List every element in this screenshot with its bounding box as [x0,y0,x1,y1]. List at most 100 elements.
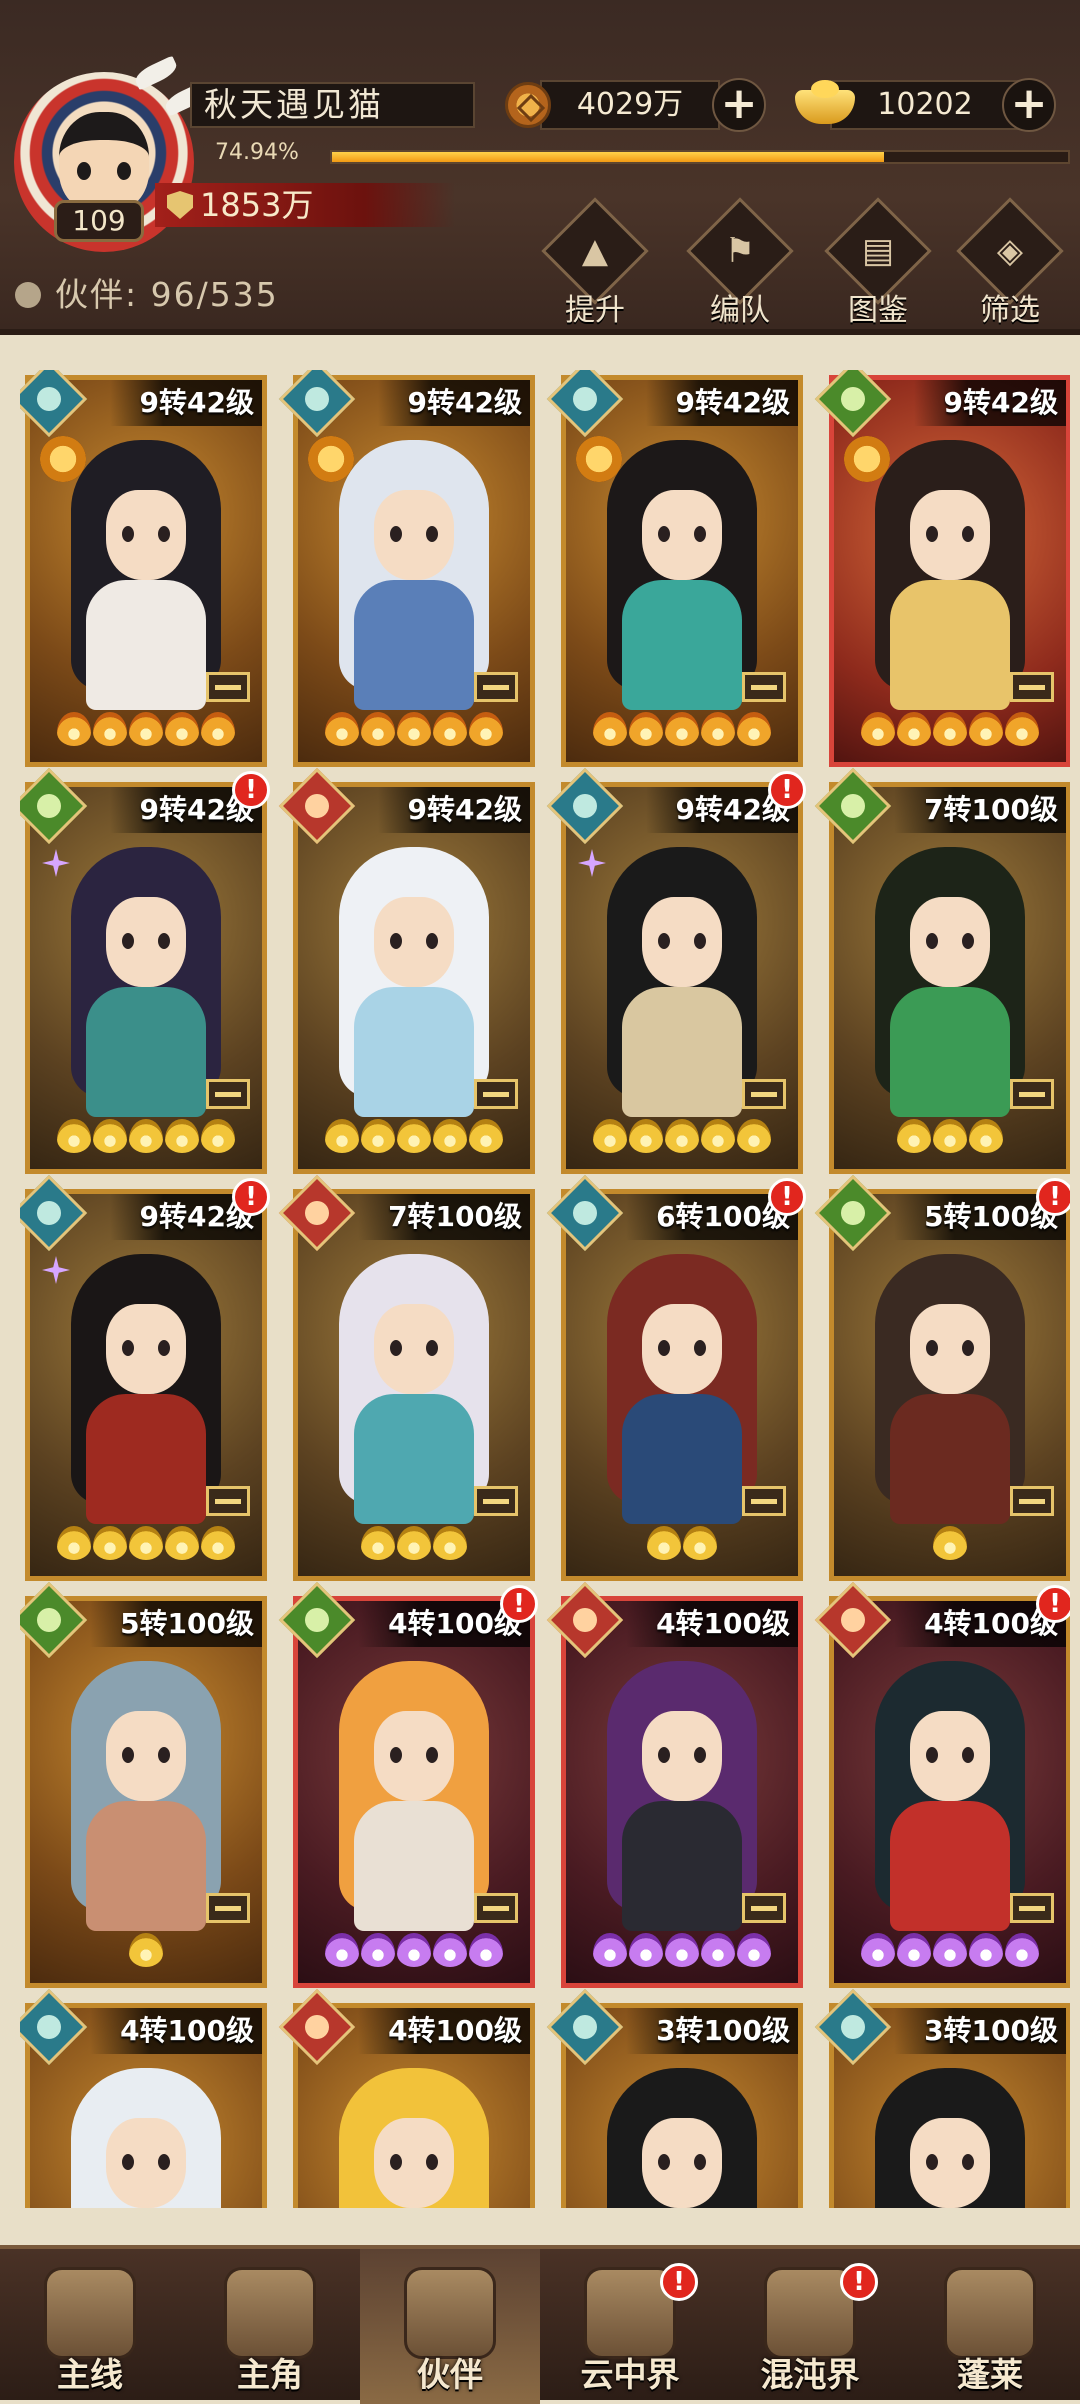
star-flame-icon [397,1526,431,1560]
portrait-face [106,490,186,580]
nav-label: 混沌界 [760,2355,860,2394]
nav-cloud-realm[interactable]: 云中界! [540,2249,720,2404]
partner-rank: 4转100级 [626,1601,798,1647]
partner-portrait [339,847,489,1117]
rank-orb-icon [40,436,86,482]
partner-card[interactable]: 4转100级 [278,1988,535,2208]
portrait-face [910,1711,990,1801]
star-flame-icon [93,712,127,746]
partner-card[interactable]: 6转100级! [546,1174,806,1581]
top-header: 109 秋天遇见猫 74.94% 1853万 4029万 + 10202 + 伙… [0,0,1080,335]
star-flame-icon [469,712,503,746]
partner-card[interactable]: 7转100级 [814,767,1070,1174]
nav-main-quest[interactable]: 主线 [0,2249,180,2404]
codex-button[interactable]: ▤ 图鉴 [824,197,932,328]
star-flame-icon [433,1526,467,1560]
formation-label: 编队 [710,293,770,328]
partner-portrait [875,1661,1025,1931]
partner-card[interactable]: 9转42级! [20,1174,270,1581]
star-flame-icon [737,1933,771,1967]
portrait-face [910,2118,990,2208]
partner-card[interactable]: 9转42级 [278,767,535,1174]
partner-rank: 7转100级 [358,1194,530,1240]
star-flame-icon [397,712,431,746]
equipment-icon [1010,1893,1054,1923]
portrait-face [642,1711,722,1801]
star-flame-icon [933,1933,967,1967]
partner-card[interactable]: 9转42级 [20,370,267,767]
partner-card[interactable]: 9转42级 [546,370,803,767]
partner-portrait [71,440,221,710]
partner-card[interactable]: 7转100级 [278,1174,535,1581]
star-flame-icon [57,1526,91,1560]
partner-card[interactable]: 4转100级 [546,1581,803,1988]
partner-card[interactable]: 5转100级! [814,1174,1070,1581]
partner-card[interactable]: 4转100级 [20,1988,267,2208]
star-flame-icon [593,1119,627,1153]
star-flame-icon [129,1933,163,1967]
partner-rank: 3转100级 [626,2008,798,2054]
portrait-face [642,1304,722,1394]
nav-label: 主角 [237,2355,303,2394]
partner-card[interactable]: 4转100级! [278,1581,538,1988]
partner-card[interactable]: 3转100级 [546,1988,803,2208]
portrait-face [106,897,186,987]
star-flame-icon [165,712,199,746]
star-flame-icon [433,1119,467,1153]
partner-card[interactable]: 4转100级! [814,1581,1070,1988]
star-flame-icon [433,712,467,746]
partner-card[interactable]: 5转100级 [20,1581,267,1988]
nav-penglai[interactable]: 蓬莱 [900,2249,1080,2404]
partner-card[interactable]: 9转42级! [546,767,806,1174]
star-flame-icon [129,712,163,746]
portrait-body [890,580,1010,710]
portrait-body [354,1394,474,1524]
combat-power: 1853万 [155,183,455,227]
rank-orb-icon [844,436,890,482]
star-flame-icon [665,1933,699,1967]
partner-grid: 9转42级 9转42级 9转42级 9转42级 9转42级! 9转42级 9转42级! 7转1… [20,370,1070,2208]
partner-card[interactable]: 9转42级 [814,370,1070,767]
star-row [30,1526,262,1568]
alert-badge: ! [768,771,806,809]
partner-card[interactable]: 9转42级! [20,767,270,1174]
star-flame-icon [93,1119,127,1153]
nav-chaos-realm[interactable]: 混沌界! [720,2249,900,2404]
portrait-body [354,1801,474,1931]
partner-count-value: 96/535 [150,275,279,314]
star-flame-icon [701,1119,735,1153]
partner-portrait [607,1661,757,1931]
star-row [834,1933,1066,1975]
portrait-body [890,1801,1010,1931]
nav-hero[interactable]: 主角 [180,2249,360,2404]
star-flame-icon [201,1119,235,1153]
add-ingots-button[interactable]: + [1002,78,1056,132]
upgrade-button[interactable]: ▲ 提升 [541,197,649,328]
star-flame-icon [933,712,967,746]
star-flame-icon [593,1933,627,1967]
partner-portrait [875,2068,1025,2208]
star-flame-icon [361,1933,395,1967]
portrait-body [622,987,742,1117]
star-row [30,1933,262,1975]
star-flame-icon [361,1526,395,1560]
filter-button[interactable]: ◈ 筛选 [956,197,1064,328]
star-row [834,1526,1066,1568]
equipment-icon [206,1079,250,1109]
add-coins-button[interactable]: + [712,78,766,132]
formation-button[interactable]: ⚑ 编队 [686,197,794,328]
alert-badge: ! [232,1178,270,1216]
partner-card[interactable]: 3转100级 [814,1988,1070,2208]
portrait-body [86,580,206,710]
star-flame-icon [129,1526,163,1560]
star-flame-icon [629,1119,663,1153]
portrait-body [622,1801,742,1931]
portrait-face [910,1304,990,1394]
equipment-icon [742,672,786,702]
partner-card[interactable]: 9转42级 [278,370,535,767]
nav-partner[interactable]: 伙伴 [360,2249,540,2404]
portrait-face [910,897,990,987]
nav-label: 主线 [57,2355,123,2394]
partner-small-icon [15,282,41,308]
partner-rank: 9转42级 [377,380,530,426]
